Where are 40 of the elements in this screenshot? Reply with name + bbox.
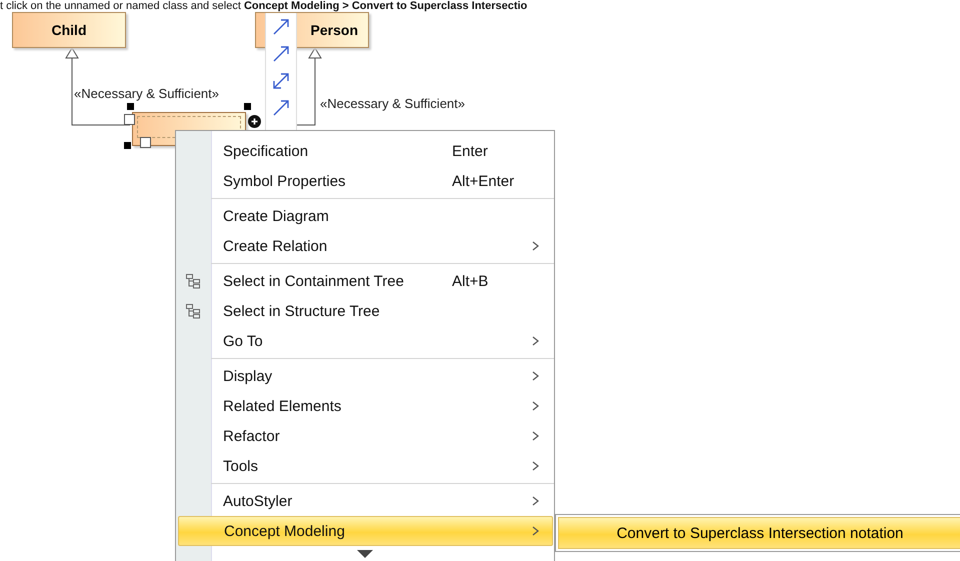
- menu-item[interactable]: Create Relation: [178, 231, 552, 261]
- expand-handle[interactable]: [140, 137, 151, 148]
- ellipsis-handle[interactable]: [124, 114, 135, 125]
- chevron-right-icon: [532, 240, 540, 250]
- stereotype-label: «Necessary & Sufficient»: [74, 86, 219, 101]
- instruction-text: t click on the unnamed or named class and select Concept Modeling > Convert to Superclass Intersectio: [0, 0, 528, 12]
- class-name: Person: [310, 22, 358, 38]
- arrow-icon[interactable]: [271, 71, 291, 91]
- scroll-down-icon[interactable]: [357, 550, 373, 558]
- chevron-right-icon: [532, 526, 540, 536]
- plus-icon[interactable]: [248, 115, 261, 128]
- chevron-right-icon: [532, 336, 540, 346]
- menu-item[interactable]: Refactor: [178, 421, 552, 451]
- class-name: Child: [52, 22, 86, 38]
- menu-item[interactable]: Create Diagram: [178, 201, 552, 231]
- chevron-right-icon: [532, 460, 540, 470]
- arrow-icon[interactable]: [271, 17, 291, 37]
- menu-item[interactable]: AutoStyler: [178, 486, 552, 516]
- arrow-icon[interactable]: [271, 44, 291, 64]
- menu-item[interactable]: Specification Enter: [178, 136, 552, 166]
- tree-icon: [185, 303, 201, 319]
- menu-item[interactable]: Symbol Properties Alt+Enter: [178, 166, 552, 196]
- menu-item[interactable]: Select in Containment Tree Alt+B: [178, 266, 552, 296]
- menu-item[interactable]: Display: [178, 361, 552, 391]
- resize-handle[interactable]: [127, 103, 134, 110]
- resize-handle[interactable]: [244, 103, 251, 110]
- resize-handle[interactable]: [124, 142, 131, 149]
- tree-icon: [185, 273, 201, 289]
- menu-item[interactable]: Select in Structure Tree: [178, 296, 552, 326]
- chevron-right-icon: [532, 496, 540, 506]
- menu-item[interactable]: Tools: [178, 451, 552, 481]
- menu-item[interactable]: Related Elements: [178, 391, 552, 421]
- chevron-right-icon: [532, 430, 540, 440]
- chevron-right-icon: [532, 370, 540, 380]
- chevron-right-icon: [532, 400, 540, 410]
- arrow-icon[interactable]: [271, 98, 291, 118]
- menu-item[interactable]: Concept Modeling: [178, 516, 553, 546]
- menu-item[interactable]: Go To: [178, 326, 552, 356]
- menu-item[interactable]: Convert to Superclass Intersection notation: [558, 517, 960, 549]
- stereotype-label: «Necessary & Sufficient»: [320, 96, 465, 111]
